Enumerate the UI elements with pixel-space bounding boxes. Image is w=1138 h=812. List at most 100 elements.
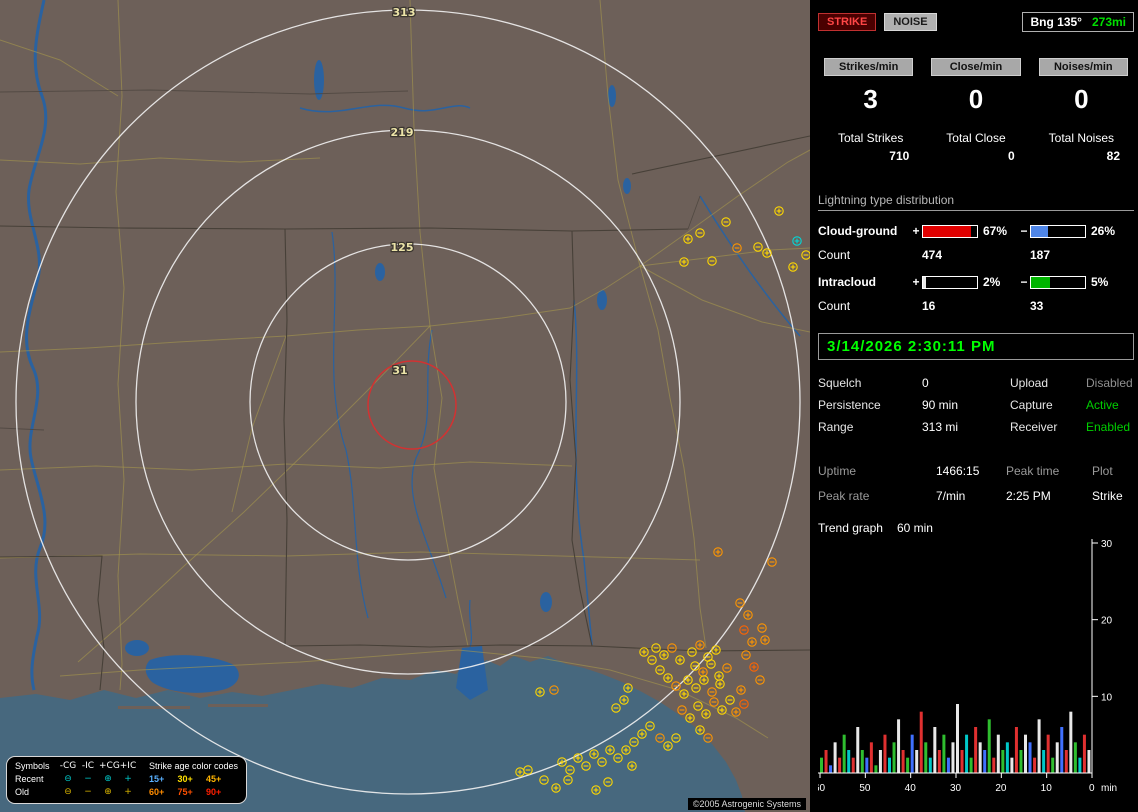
svg-text:31: 31 bbox=[392, 364, 407, 377]
bearing-display: Bng 135° 273mi bbox=[1022, 12, 1134, 32]
copyright-notice: ©2005 Astrogenic Systems bbox=[687, 798, 806, 810]
persistence-value: 90 min bbox=[922, 398, 959, 412]
ic-plus-bar bbox=[922, 275, 978, 289]
map-svg[interactable]: 313 219 125 31 bbox=[0, 0, 810, 812]
trend-graph-header: Trend graph 60 min bbox=[818, 521, 1134, 535]
strikes-per-min-value: 3 bbox=[863, 84, 878, 114]
noise-toggle-button[interactable]: NOISE bbox=[884, 13, 937, 31]
totals: Total Strikes Total Close Total Noises 7… bbox=[818, 131, 1134, 163]
old-circle-minus-icon: ⊖ bbox=[64, 787, 72, 797]
cg-minus-pct: 26% bbox=[1091, 224, 1116, 238]
legend-col-neg-ic: -IC bbox=[81, 761, 95, 771]
recent-minus-icon: − bbox=[84, 774, 92, 784]
plot-label: Plot bbox=[1092, 464, 1113, 478]
squelch-value: 0 bbox=[922, 376, 929, 390]
cloud-ground-row: Cloud-ground + 67% − 26% bbox=[818, 224, 1134, 238]
svg-text:min: min bbox=[1101, 783, 1117, 794]
total-noises-value: 82 bbox=[1106, 149, 1120, 163]
svg-text:313: 313 bbox=[393, 6, 416, 19]
total-strikes-value: 710 bbox=[889, 149, 910, 163]
uptime-value: 1466:15 bbox=[936, 464, 980, 478]
svg-text:219: 219 bbox=[391, 126, 414, 139]
recent-circle-plus-icon: ⊕ bbox=[104, 774, 112, 784]
total-strikes-label: Total Strikes bbox=[837, 131, 904, 145]
legend-col-pos-ic: +IC bbox=[119, 761, 137, 771]
strike-toggle-button[interactable]: STRIKE bbox=[818, 13, 877, 31]
cloud-ground-counts: Count 474 187 bbox=[818, 248, 1134, 262]
ic-minus-bar bbox=[1030, 275, 1086, 289]
distance-value: 273mi bbox=[1091, 15, 1126, 29]
cg-plus-count: 474 bbox=[922, 248, 943, 262]
legend-age-title: Strike age color codes bbox=[149, 761, 239, 771]
svg-text:60: 60 bbox=[818, 783, 826, 794]
ic-minus-count: 33 bbox=[1030, 299, 1044, 313]
upload-label: Upload bbox=[1010, 376, 1049, 390]
intracloud-row: Intracloud + 2% − 5% bbox=[818, 275, 1134, 289]
bearing-value: Bng 135° bbox=[1030, 15, 1082, 29]
cloud-ground-label: Cloud-ground bbox=[818, 224, 898, 238]
old-circle-plus-icon: ⊕ bbox=[104, 787, 112, 797]
peak-rate-label: Peak rate bbox=[818, 489, 870, 503]
svg-text:10: 10 bbox=[1101, 692, 1113, 703]
intracloud-counts: Count 16 33 bbox=[818, 299, 1134, 313]
svg-text:10: 10 bbox=[1041, 783, 1053, 794]
trend-graph-label: Trend graph bbox=[818, 521, 883, 535]
ic-minus-pct: 5% bbox=[1091, 275, 1109, 289]
svg-text:50: 50 bbox=[859, 783, 871, 794]
datetime-display: 3/14/2026 2:30:11 PM bbox=[818, 333, 1134, 360]
uptime-label: Uptime bbox=[818, 464, 857, 478]
rate-values: 3 0 0 bbox=[818, 84, 1134, 115]
svg-text:125: 125 bbox=[391, 241, 414, 254]
svg-text:20: 20 bbox=[1101, 616, 1113, 627]
total-noises-label: Total Noises bbox=[1048, 131, 1115, 145]
receiver-value: Enabled bbox=[1086, 420, 1131, 434]
legend-symbols-title: Symbols bbox=[15, 761, 50, 771]
distribution-title: Lightning type distribution bbox=[818, 193, 1134, 211]
legend-row-old-label: Old bbox=[15, 787, 30, 797]
cg-minus-count: 187 bbox=[1030, 248, 1051, 262]
svg-text:30: 30 bbox=[1101, 539, 1113, 550]
status-panel: STRIKE NOISE Bng 135° 273mi Strikes/min … bbox=[814, 0, 1134, 812]
plus-sign: + bbox=[912, 275, 920, 289]
legend-ages-recent: 15+ 30+ 45+ bbox=[149, 774, 222, 784]
peak-time-label: Peak time bbox=[1006, 464, 1060, 478]
noises-per-min-chip: Noises/min bbox=[1038, 58, 1128, 76]
count-label: Count bbox=[818, 248, 851, 262]
receiver-label: Receiver bbox=[1010, 420, 1058, 434]
minus-sign: − bbox=[1020, 275, 1028, 289]
legend-col-pos-cg: +CG bbox=[99, 761, 120, 771]
capture-label: Capture bbox=[1010, 398, 1053, 412]
count-label: Count bbox=[818, 299, 851, 313]
cg-plus-bar bbox=[922, 224, 978, 238]
range-value: 313 mi bbox=[922, 420, 959, 434]
map-legend: Symbols -CG -IC +CG +IC Strike age color… bbox=[6, 756, 248, 804]
total-close-value: 0 bbox=[1007, 149, 1015, 163]
ic-plus-pct: 2% bbox=[983, 275, 1001, 289]
intracloud-label: Intracloud bbox=[818, 275, 877, 289]
noises-per-min-value: 0 bbox=[1074, 84, 1089, 114]
cg-minus-bar bbox=[1030, 224, 1086, 238]
status-grid: Squelch 0 Upload Disabled Persistence 90… bbox=[818, 376, 1134, 434]
panel-header: STRIKE NOISE Bng 135° 273mi bbox=[818, 12, 1134, 32]
legend-row-recent-label: Recent bbox=[15, 774, 44, 784]
cg-plus-pct: 67% bbox=[983, 224, 1008, 238]
minus-sign: − bbox=[1020, 224, 1028, 238]
svg-text:40: 40 bbox=[905, 783, 917, 794]
old-minus-icon: − bbox=[84, 787, 92, 797]
strikes-per-min-chip: Strikes/min bbox=[824, 58, 914, 76]
peak-rate-value: 7/min bbox=[936, 489, 966, 503]
legend-ages-old: 60+ 75+ 90+ bbox=[149, 787, 222, 797]
range-label: Range bbox=[818, 420, 854, 434]
plot-value: Strike bbox=[1092, 489, 1123, 503]
upload-value: Disabled bbox=[1086, 376, 1133, 390]
persistence-label: Persistence bbox=[818, 398, 881, 412]
lightning-map[interactable]: 313 219 125 31 Symbols -CG -IC +CG +IC Stri… bbox=[0, 0, 810, 812]
peak-time-value: 2:25 PM bbox=[1006, 489, 1051, 503]
rate-chips: Strikes/min Close/min Noises/min bbox=[818, 58, 1134, 76]
ic-plus-count: 16 bbox=[922, 299, 936, 313]
squelch-label: Squelch bbox=[818, 376, 862, 390]
trend-graph-window: 60 min bbox=[896, 521, 933, 535]
svg-text:30: 30 bbox=[950, 783, 962, 794]
recent-circle-minus-icon: ⊖ bbox=[64, 774, 72, 784]
plus-sign: + bbox=[912, 224, 920, 238]
